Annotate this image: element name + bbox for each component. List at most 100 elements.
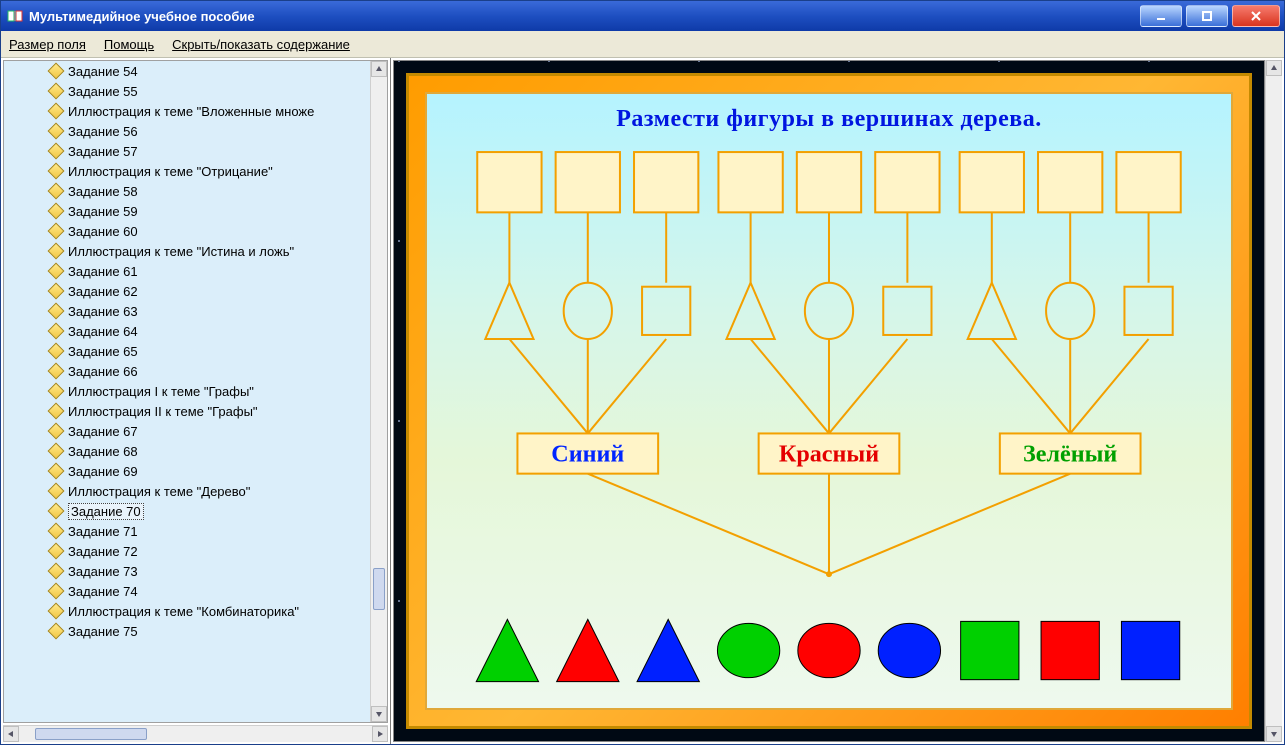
toc-scroll: Задание 54Задание 55Иллюстрация к теме "… — [3, 60, 388, 723]
toc-item-label: Задание 71 — [68, 524, 138, 539]
scroll-thumb[interactable] — [373, 568, 385, 610]
content-vertical-scrollbar[interactable] — [1265, 60, 1282, 742]
toc-item[interactable]: Задание 58 — [4, 181, 371, 201]
page-icon — [48, 363, 65, 380]
toc-item[interactable]: Иллюстрация к теме "Комбинаторика" — [4, 601, 371, 621]
page-icon — [48, 463, 65, 480]
toc-item[interactable]: Задание 69 — [4, 461, 371, 481]
toc-item[interactable]: Иллюстрация II к теме "Графы" — [4, 401, 371, 421]
page-icon — [48, 443, 65, 460]
window-title: Мультимедийное учебное пособие — [29, 9, 1140, 24]
scroll-right-arrow-icon[interactable] — [372, 726, 388, 742]
menu-field-size[interactable]: Размер поля — [9, 37, 86, 52]
leaf-slot[interactable] — [875, 152, 939, 212]
toc-item-label: Задание 67 — [68, 424, 138, 439]
toc-item[interactable]: Задание 57 — [4, 141, 371, 161]
content-scroll-up-icon[interactable] — [1266, 60, 1282, 76]
page-icon — [48, 503, 65, 520]
toc-item-label: Задание 62 — [68, 284, 138, 299]
scroll-track[interactable] — [371, 77, 387, 706]
toc-item[interactable]: Задание 55 — [4, 81, 371, 101]
toc-item-label: Задание 64 — [68, 324, 138, 339]
leaf-slot[interactable] — [1116, 152, 1180, 212]
toc-item[interactable]: Иллюстрация к теме "Дерево" — [4, 481, 371, 501]
content-scroll-down-icon[interactable] — [1266, 726, 1282, 742]
toc-item[interactable]: Задание 65 — [4, 341, 371, 361]
toc-item[interactable]: Задание 74 — [4, 581, 371, 601]
title-bar: Мультимедийное учебное пособие — [1, 1, 1284, 31]
toc-item[interactable]: Задание 71 — [4, 521, 371, 541]
minimize-button[interactable] — [1140, 5, 1182, 27]
menu-help[interactable]: Помощь — [104, 37, 154, 52]
toc-item[interactable]: Иллюстрация к теме "Отрицание" — [4, 161, 371, 181]
leaf-slot[interactable] — [634, 152, 698, 212]
palette-circle[interactable] — [878, 623, 940, 677]
page-icon — [48, 263, 65, 280]
node-circle — [805, 283, 853, 339]
leaf-slot[interactable] — [718, 152, 782, 212]
scroll-down-arrow-icon[interactable] — [371, 706, 387, 722]
hscroll-track[interactable] — [19, 726, 372, 742]
page-icon — [48, 223, 65, 240]
leaf-slot[interactable] — [477, 152, 541, 212]
color-label: Красный — [779, 442, 879, 468]
toc-item[interactable]: Иллюстрация I к теме "Графы" — [4, 381, 371, 401]
menu-toggle-toc[interactable]: Скрыть/показать содержание — [172, 37, 350, 52]
palette-square[interactable] — [1041, 621, 1099, 679]
leaf-slot[interactable] — [556, 152, 620, 212]
toc-item[interactable]: Задание 70 — [4, 501, 371, 521]
palette-triangle[interactable] — [637, 619, 699, 681]
toc-item[interactable]: Задание 56 — [4, 121, 371, 141]
toc-item[interactable]: Задание 64 — [4, 321, 371, 341]
toc-item[interactable]: Задание 60 — [4, 221, 371, 241]
toc-item-label: Иллюстрация II к теме "Графы" — [68, 404, 258, 419]
toc-item[interactable]: Задание 63 — [4, 301, 371, 321]
page-icon — [48, 623, 65, 640]
palette-circle[interactable] — [798, 623, 860, 677]
toc-item[interactable]: Задание 75 — [4, 621, 371, 641]
node-square — [642, 287, 690, 335]
toc-item-label: Задание 75 — [68, 624, 138, 639]
palette-triangle[interactable] — [476, 619, 538, 681]
palette-triangle[interactable] — [557, 619, 619, 681]
page-icon — [48, 243, 65, 260]
toc-item-label: Иллюстрация к теме "Истина и ложь" — [68, 244, 294, 259]
scroll-up-arrow-icon[interactable] — [371, 61, 387, 77]
node-circle — [564, 283, 612, 339]
toc-item[interactable]: Задание 66 — [4, 361, 371, 381]
hscroll-thumb[interactable] — [35, 728, 147, 740]
toc-item[interactable]: Задание 72 — [4, 541, 371, 561]
leaf-slot[interactable] — [1038, 152, 1102, 212]
toc-horizontal-scrollbar[interactable] — [3, 725, 388, 742]
toc-item[interactable]: Иллюстрация к теме "Истина и ложь" — [4, 241, 371, 261]
toc-item-label: Задание 56 — [68, 124, 138, 139]
leaf-slot[interactable] — [797, 152, 861, 212]
toc-item[interactable]: Задание 59 — [4, 201, 371, 221]
close-button[interactable] — [1232, 5, 1280, 27]
toc-item-label: Задание 60 — [68, 224, 138, 239]
page-icon — [48, 123, 65, 140]
toc-item[interactable]: Задание 67 — [4, 421, 371, 441]
maximize-button[interactable] — [1186, 5, 1228, 27]
leaf-slot[interactable] — [960, 152, 1024, 212]
task-title: Размести фигуры в вершинах дерева. — [427, 106, 1231, 133]
toc-item-label: Задание 72 — [68, 544, 138, 559]
node-square — [1124, 287, 1172, 335]
page-icon — [48, 543, 65, 560]
toc-item-label: Задание 54 — [68, 64, 138, 79]
toc-item[interactable]: Задание 68 — [4, 441, 371, 461]
toc-vertical-scrollbar[interactable] — [370, 61, 387, 722]
toc-item[interactable]: Иллюстрация к теме "Вложенные множе — [4, 101, 371, 121]
palette-square[interactable] — [961, 621, 1019, 679]
palette-circle[interactable] — [717, 623, 779, 677]
palette-square[interactable] — [1121, 621, 1179, 679]
page-icon — [48, 523, 65, 540]
toc-item[interactable]: Задание 61 — [4, 261, 371, 281]
toc-item[interactable]: Задание 73 — [4, 561, 371, 581]
toc-item[interactable]: Задание 54 — [4, 61, 371, 81]
window-controls — [1140, 5, 1280, 27]
task-frame: Размести фигуры в вершинах дерева. Синий… — [425, 92, 1233, 710]
node-circle — [1046, 283, 1094, 339]
toc-item[interactable]: Задание 62 — [4, 281, 371, 301]
scroll-left-arrow-icon[interactable] — [3, 726, 19, 742]
